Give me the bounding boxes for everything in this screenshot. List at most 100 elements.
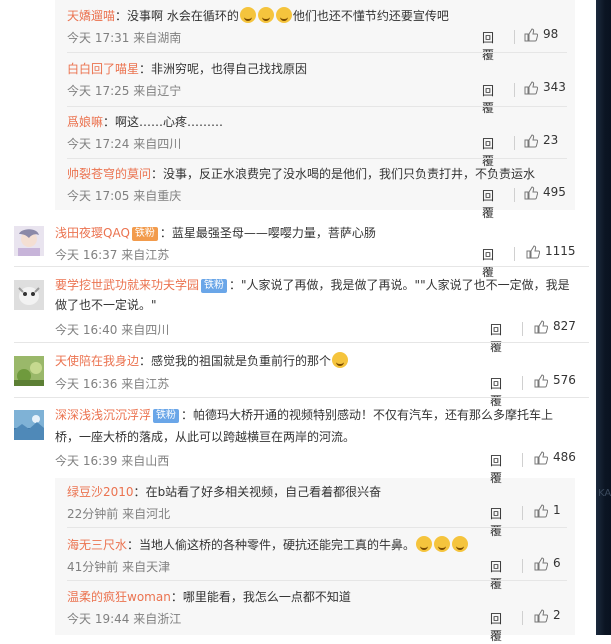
divider xyxy=(14,397,589,398)
divider xyxy=(514,247,515,261)
username-link[interactable]: 帅裂苍穹的莫问 xyxy=(67,167,151,181)
reply-button[interactable]: 回覆 xyxy=(490,375,502,409)
reply-button[interactable]: 回覆 xyxy=(482,82,494,116)
timestamp: 今天 17:05 来自重庆 xyxy=(67,189,182,203)
divider xyxy=(522,611,523,625)
thumb-up-icon xyxy=(534,608,548,622)
comment-text-cont: 做了也不一定说。" xyxy=(55,298,157,312)
thumb-up-icon xyxy=(526,244,540,258)
thumb-up-icon xyxy=(534,319,548,333)
like-button[interactable]: 343 xyxy=(524,80,566,95)
username-link[interactable]: 海无三尺水 xyxy=(67,538,127,552)
divider xyxy=(522,559,523,573)
divider xyxy=(67,527,567,528)
emoji-icon xyxy=(416,536,433,552)
divider xyxy=(67,158,567,159)
reply-button[interactable]: 回覆 xyxy=(482,246,494,280)
divider xyxy=(14,342,589,343)
like-count: 2 xyxy=(553,608,561,622)
thumb-up-icon xyxy=(524,80,538,94)
like-button[interactable]: 827 xyxy=(534,319,576,334)
reply-button[interactable]: 回覆 xyxy=(482,135,494,169)
reply-button[interactable]: 回覆 xyxy=(490,558,502,592)
like-button[interactable]: 2 xyxy=(534,608,561,623)
reply-text: 哪里能看，我怎么一点都不知道 xyxy=(182,590,351,604)
thumb-up-icon xyxy=(524,27,538,41)
avatar[interactable] xyxy=(14,280,44,310)
divider xyxy=(522,322,523,336)
thumb-up-icon xyxy=(534,503,548,517)
comment-text: 感觉我的祖国就是负重前行的那个 xyxy=(151,354,332,368)
username-link[interactable]: 天使陪在我身边 xyxy=(55,354,139,368)
comment-text: "人家说了再做，我是做了再说。""人家说了也不一定做，我是 xyxy=(241,278,570,292)
username-link[interactable]: 白白回了喵星 xyxy=(67,62,139,76)
like-count: 827 xyxy=(553,319,576,333)
emoji-icon xyxy=(239,7,256,23)
like-button[interactable]: 1 xyxy=(534,503,561,518)
avatar[interactable] xyxy=(14,410,44,440)
emoji-icon xyxy=(257,7,274,23)
divider xyxy=(67,52,567,53)
divider xyxy=(522,453,523,467)
reply-text: 非洲穷呢，也得自己找找原因 xyxy=(151,62,308,76)
fan-badge: 铁粉 xyxy=(201,279,228,293)
username-link[interactable]: 绿豆沙2010 xyxy=(67,485,134,499)
comment-text-cont: 桥，一座大桥的落成，从此可以跨越横亘在两岸的河流。 xyxy=(55,430,356,444)
like-count: 6 xyxy=(553,556,561,570)
avatar[interactable] xyxy=(14,356,44,386)
reply-button[interactable]: 回覆 xyxy=(490,505,502,539)
timestamp: 今天 19:44 来自浙江 xyxy=(67,612,182,626)
divider xyxy=(67,580,567,581)
thumb-up-icon xyxy=(534,556,548,570)
comment-text: 蓝星最强圣母——嘤嘤力量，菩萨心肠 xyxy=(171,226,376,240)
like-button[interactable]: 23 xyxy=(524,133,558,148)
timestamp: 22分钟前 来自河北 xyxy=(67,507,171,521)
like-button[interactable]: 98 xyxy=(524,27,558,42)
divider xyxy=(514,83,515,97)
username-link[interactable]: 爲娘嘛 xyxy=(67,115,103,129)
background-text: KAG xyxy=(598,488,611,499)
username-link[interactable]: 深深浅浅沉沉浮浮 xyxy=(55,408,151,422)
like-button[interactable]: 6 xyxy=(534,556,561,571)
reply-button[interactable]: 回覆 xyxy=(490,610,502,644)
thumb-up-icon xyxy=(524,133,538,147)
like-count: 1 xyxy=(553,503,561,517)
like-button[interactable]: 486 xyxy=(534,450,576,465)
avatar[interactable] xyxy=(14,226,44,256)
like-button[interactable]: 1115 xyxy=(526,244,576,259)
like-button[interactable]: 576 xyxy=(534,373,576,388)
fan-badge: 铁粉 xyxy=(153,409,180,423)
reply-button[interactable]: 回覆 xyxy=(490,452,502,486)
like-count: 486 xyxy=(553,450,576,464)
reply-button[interactable]: 回覆 xyxy=(490,321,502,355)
timestamp: 今天 17:25 来自辽宁 xyxy=(67,84,182,98)
username-link[interactable]: 天嬌遛喵 xyxy=(67,9,115,23)
like-count: 98 xyxy=(543,27,559,41)
like-count: 23 xyxy=(543,133,559,147)
username-link[interactable]: 浅田夜璎QAQ xyxy=(55,226,130,240)
thumb-up-icon xyxy=(524,185,538,199)
emoji-icon xyxy=(434,536,451,552)
username-link[interactable]: 温柔的疯狂woman xyxy=(67,590,171,604)
like-button[interactable]: 495 xyxy=(524,185,566,200)
divider xyxy=(514,30,515,44)
username-link[interactable]: 要学挖世武功就来功夫学园 xyxy=(55,278,199,292)
timestamp: 今天 16:40 来自四川 xyxy=(55,323,170,337)
reply-button[interactable]: 回覆 xyxy=(482,187,494,221)
timestamp: 今天 16:39 来自山西 xyxy=(55,454,170,468)
divider xyxy=(522,376,523,390)
divider xyxy=(14,266,589,267)
reply-text: 没事啊 水会在循环的 xyxy=(127,9,239,23)
emoji-icon xyxy=(332,352,349,368)
divider xyxy=(514,136,515,150)
like-count: 495 xyxy=(543,185,566,199)
reply-text: 当地人偷这桥的各种零件，硬抗还能完工真的牛鼻。 xyxy=(139,538,416,552)
reply-button[interactable]: 回覆 xyxy=(482,29,494,63)
like-count: 576 xyxy=(553,373,576,387)
background-edge: KAG xyxy=(596,0,611,635)
divider xyxy=(514,188,515,202)
like-count: 343 xyxy=(543,80,566,94)
divider xyxy=(522,506,523,520)
emoji-icon xyxy=(275,7,292,23)
fan-badge: 铁粉 xyxy=(131,227,158,241)
